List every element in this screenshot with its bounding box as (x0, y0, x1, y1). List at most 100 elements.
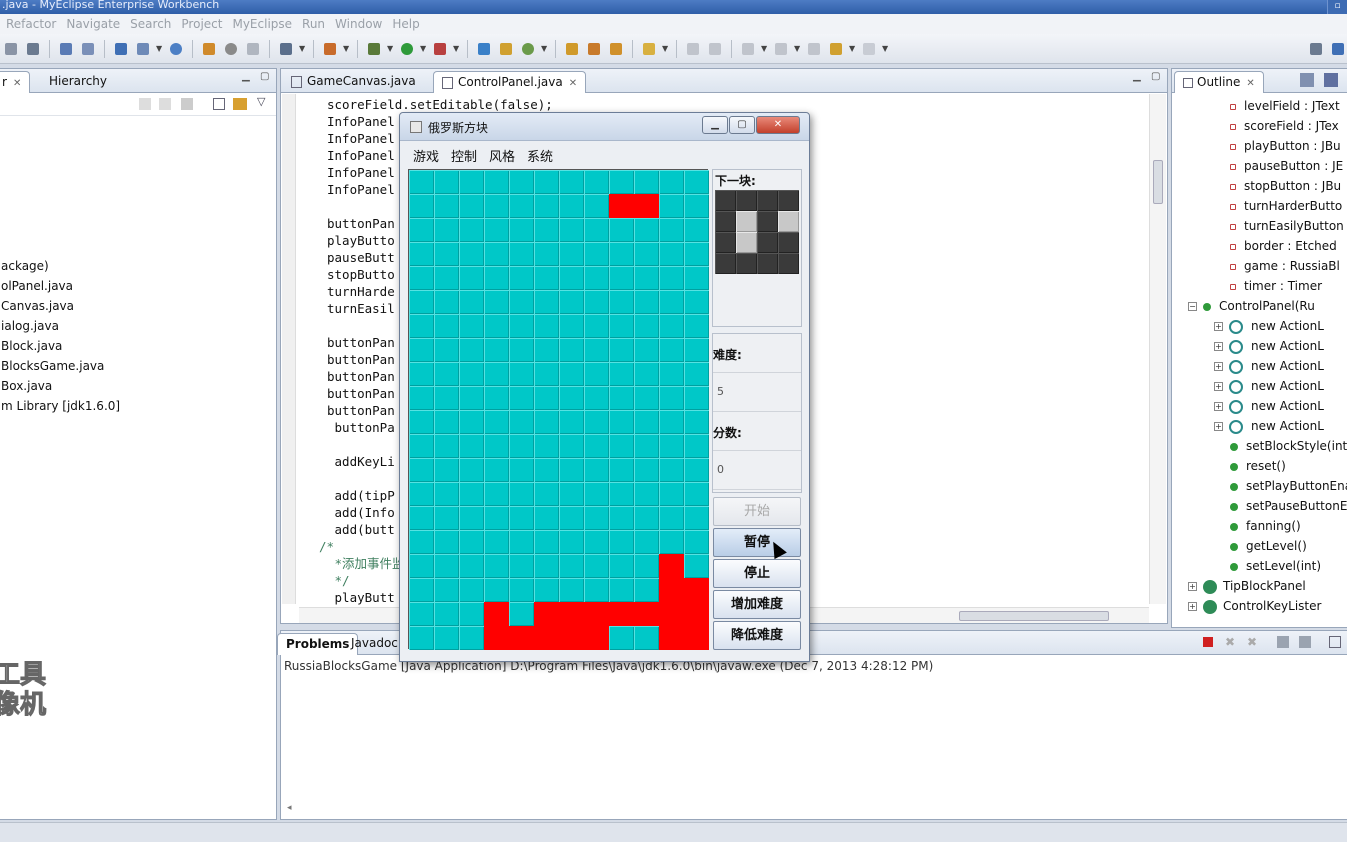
prev-annotation-icon[interactable] (772, 40, 790, 58)
menu-project[interactable]: Project (179, 17, 230, 31)
chevron-down-icon[interactable]: ▼ (420, 44, 427, 53)
menu-system[interactable]: 系统 (527, 146, 553, 165)
run-config-icon[interactable] (200, 40, 218, 58)
outline-item[interactable]: border : Etched (1230, 236, 1337, 256)
close-icon[interactable]: ✕ (569, 78, 577, 89)
maximize-icon[interactable]: ▢ (1151, 71, 1160, 82)
tab-hierarchy[interactable]: Hierarchy (41, 71, 115, 93)
save-icon[interactable] (24, 40, 42, 58)
back-icon[interactable] (139, 98, 151, 110)
chevron-down-icon[interactable]: ▼ (761, 44, 768, 53)
chevron-down-icon[interactable]: ▼ (299, 44, 306, 53)
tetris-titlebar[interactable]: 俄罗斯方块 ▁ ▢ ✕ (400, 113, 809, 141)
chevron-down-icon[interactable]: ▼ (387, 44, 394, 53)
chevron-down-icon[interactable]: ▼ (794, 44, 801, 53)
outline-item[interactable]: pauseButton : JE (1230, 156, 1343, 176)
remove-all-icon[interactable]: ✖ (1247, 635, 1257, 649)
pause-button[interactable]: 暂停 (713, 528, 801, 557)
new-class-icon[interactable] (475, 40, 493, 58)
outline-item[interactable]: + new ActionL (1214, 336, 1324, 356)
outline-item[interactable]: fanning() (1230, 516, 1301, 536)
server-icon[interactable] (79, 40, 97, 58)
tab-outline[interactable]: Outline ✕ (1174, 71, 1264, 93)
search-icon[interactable] (607, 40, 625, 58)
menu-run[interactable]: Run (300, 17, 333, 31)
outline-item[interactable]: + new ActionL (1214, 316, 1324, 336)
expand-icon[interactable]: + (1214, 362, 1223, 371)
clear-console-icon[interactable] (1277, 636, 1289, 648)
globe-icon[interactable] (167, 40, 185, 58)
expand-icon[interactable]: + (1214, 402, 1223, 411)
stop-button[interactable]: 停止 (713, 559, 801, 588)
terminate-icon[interactable] (1203, 637, 1213, 647)
run-icon[interactable] (398, 40, 416, 58)
menu-control[interactable]: 控制 (451, 146, 477, 165)
outline-item[interactable]: getLevel() (1230, 536, 1307, 556)
scrollbar-thumb[interactable] (1153, 160, 1163, 204)
outline-item[interactable]: setBlockStyle(int (1230, 436, 1347, 456)
tab-package-explorer[interactable]: r ✕ (0, 71, 31, 93)
minimize-button[interactable]: ▁ (702, 116, 728, 134)
expand-icon[interactable]: + (1214, 342, 1223, 351)
new-file-icon[interactable] (134, 40, 152, 58)
remove-launch-icon[interactable]: ✖ (1225, 635, 1235, 649)
tab-gamecanvas-java[interactable]: GameCanvas.java (283, 71, 424, 93)
tree-item[interactable]: ialog.java (1, 317, 59, 335)
link-editor-icon[interactable] (233, 98, 247, 110)
debug-icon[interactable] (365, 40, 383, 58)
view-menu-icon[interactable]: ▽ (257, 95, 265, 108)
expand-icon[interactable]: + (1214, 322, 1223, 331)
forward-arrow-icon[interactable] (860, 40, 878, 58)
print-icon[interactable] (2, 40, 20, 58)
outline-item[interactable]: setPauseButtonE (1230, 496, 1347, 516)
expand-icon[interactable]: + (1214, 422, 1223, 431)
outline-item[interactable]: + new ActionL (1214, 416, 1324, 436)
tree-item[interactable]: olPanel.java (1, 277, 73, 295)
tree-item[interactable]: BlocksGame.java (1, 357, 104, 375)
tree-item[interactable]: ackage) (1, 257, 49, 275)
chevron-down-icon[interactable]: ▼ (882, 44, 889, 53)
outline-item[interactable]: levelField : JText (1230, 96, 1340, 116)
tab-javadoc[interactable]: Javadoc (343, 633, 406, 655)
collapse-all-icon[interactable] (213, 98, 225, 110)
tree-item[interactable]: Canvas.java (1, 297, 74, 315)
up-icon[interactable] (181, 98, 193, 110)
menu-game[interactable]: 游戏 (413, 146, 439, 165)
expand-icon[interactable]: + (1188, 602, 1197, 611)
tree-item[interactable]: m Library [jdk1.6.0] (1, 397, 120, 415)
tab-controlpanel-java[interactable]: ControlPanel.java ✕ (433, 71, 587, 93)
outline-item[interactable]: − ControlPanel(Ru (1188, 296, 1315, 316)
outline-item[interactable]: turnEasilyButton (1230, 216, 1344, 236)
menu-window[interactable]: Window (333, 17, 390, 31)
open-console-icon[interactable] (1329, 636, 1341, 648)
outline-item[interactable]: game : RussiaBl (1230, 256, 1340, 276)
close-icon[interactable]: ✕ (1246, 78, 1254, 89)
open-resource-icon[interactable] (585, 40, 603, 58)
outline-item[interactable]: turnHarderButto (1230, 196, 1342, 216)
tree-item[interactable]: Box.java (1, 377, 52, 395)
open-type-icon[interactable] (563, 40, 581, 58)
menu-refactor[interactable]: Refactor (4, 17, 64, 31)
expand-icon[interactable]: + (1214, 382, 1223, 391)
decrease-difficulty-button[interactable]: 降低难度 (713, 621, 801, 650)
new-interface-icon[interactable] (519, 40, 537, 58)
close-button[interactable]: ✕ (756, 116, 800, 134)
browser-icon[interactable] (244, 40, 262, 58)
last-edit-icon[interactable] (805, 40, 823, 58)
monitor-icon[interactable] (277, 40, 295, 58)
outline-item[interactable]: setLevel(int) (1230, 556, 1321, 576)
outline-item[interactable]: playButton : JBu (1230, 136, 1341, 156)
external-tools-icon[interactable] (431, 40, 449, 58)
collapse-icon[interactable]: − (1188, 302, 1197, 311)
outline-item[interactable]: + ControlKeyLister (1188, 596, 1321, 616)
scrollbar-thumb[interactable] (959, 611, 1109, 621)
scroll-left-icon[interactable]: ◂ (287, 803, 292, 813)
menu-navigate[interactable]: Navigate (64, 17, 128, 31)
perspective-icon[interactable] (1307, 40, 1325, 58)
next-annotation-icon[interactable] (739, 40, 757, 58)
outline-item[interactable]: timer : Timer (1230, 276, 1322, 296)
chevron-down-icon[interactable]: ▼ (343, 44, 350, 53)
minimize-icon[interactable]: ▁ (242, 71, 250, 82)
outline-item[interactable]: reset() (1230, 456, 1286, 476)
maximize-icon[interactable]: ▫ (1327, 0, 1347, 14)
